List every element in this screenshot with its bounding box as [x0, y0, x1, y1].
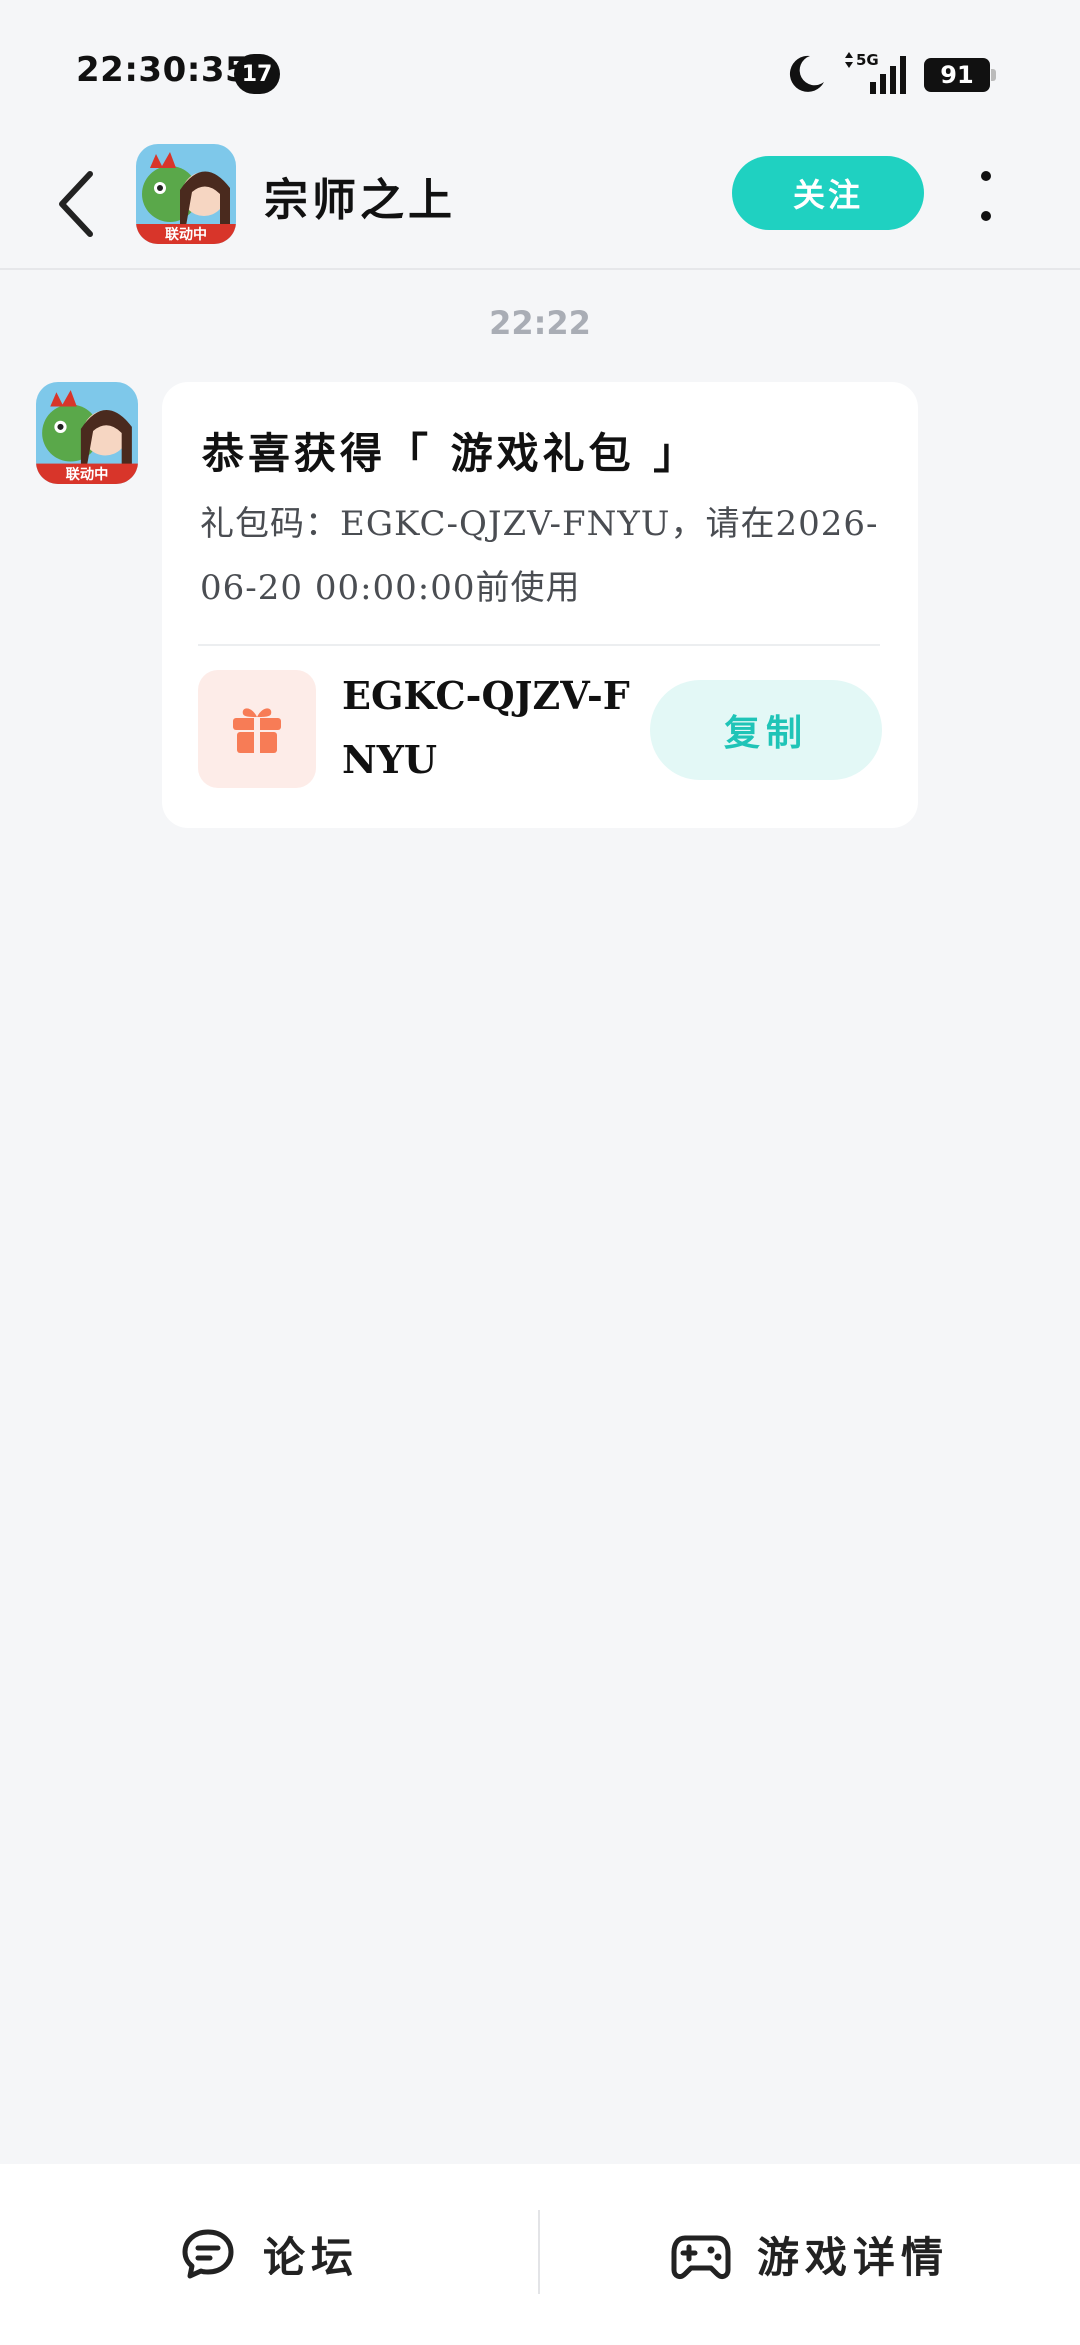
- status-time: 22:30:35: [76, 50, 250, 90]
- forum-icon: [182, 2229, 234, 2278]
- battery-level: 91: [924, 58, 990, 92]
- sender-avatar[interactable]: 联动中: [36, 382, 138, 484]
- page-title: 宗师之上: [264, 175, 456, 226]
- card-divider: [198, 644, 880, 646]
- status-bar: 22:30:35 17 5G 91: [0, 0, 1080, 140]
- more-icon[interactable]: [972, 166, 1000, 226]
- sender-avatar-badge: 联动中: [66, 465, 109, 483]
- copy-button[interactable]: 复制: [650, 680, 882, 780]
- gift-code: EGKC-QJZV-FNYU: [342, 673, 630, 782]
- game-avatar[interactable]: 联动中: [136, 144, 236, 244]
- game-details-label: 游戏详情: [756, 2233, 949, 2282]
- bottom-bar: 论坛 游戏详情: [0, 2164, 1080, 2345]
- message-title: 恭喜获得「 游戏礼包 」: [202, 429, 700, 478]
- follow-button[interactable]: 关注: [732, 156, 924, 230]
- moon-icon: [789, 55, 824, 92]
- chat-header: 联动中 宗师之上 关注: [0, 140, 1080, 270]
- gift-icon: [233, 708, 281, 753]
- forum-label: 论坛: [262, 2233, 359, 2282]
- message-body: 礼包码：EGKC-QJZV-FNYU，请在2026-06-20 00:00:00…: [200, 504, 879, 608]
- gift-tile: [198, 670, 316, 788]
- gamepad-icon: [671, 2235, 731, 2279]
- chat-timestamp: 22:22: [489, 304, 591, 342]
- notification-count-badge: 17: [234, 54, 280, 94]
- network-type-label: 5G: [856, 51, 879, 69]
- battery-icon: 91: [924, 58, 996, 92]
- back-icon[interactable]: [50, 164, 106, 244]
- game-details-tab[interactable]: 游戏详情: [540, 2164, 1080, 2345]
- forum-tab[interactable]: 论坛: [0, 2164, 538, 2345]
- signal-icon: 5G: [845, 51, 906, 94]
- avatar-badge-label: 联动中: [165, 226, 207, 243]
- gift-message-card: 恭喜获得「 游戏礼包 」 礼包码：EGKC-QJZV-FNYU，请在2026-0…: [162, 382, 918, 828]
